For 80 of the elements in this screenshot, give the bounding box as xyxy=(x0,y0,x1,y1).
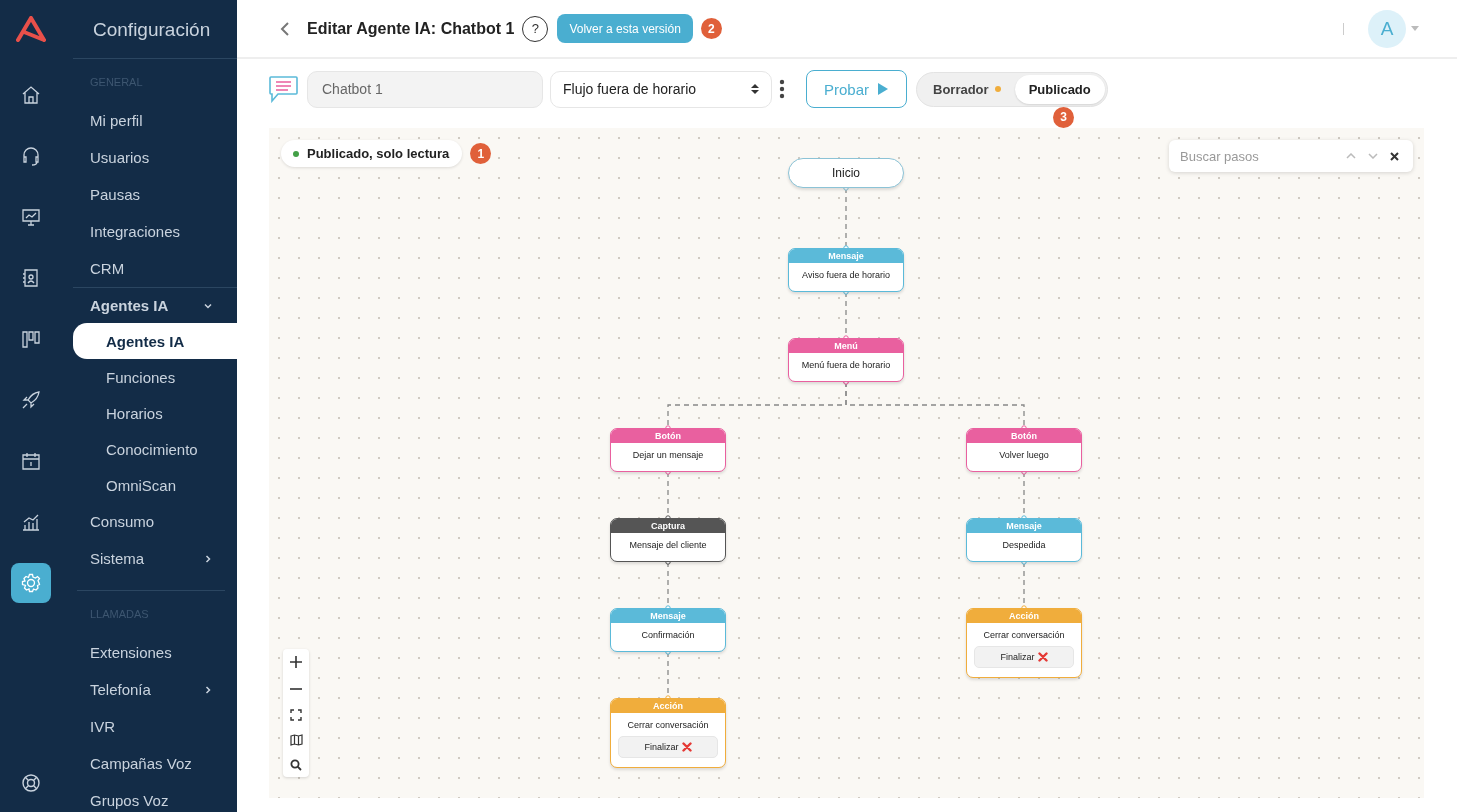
sidebar-subitem[interactable]: OmniScan xyxy=(73,467,237,503)
monitor-icon xyxy=(19,206,42,228)
node-header: Menú xyxy=(789,339,903,353)
page-title: Editar Agente IA: Chatbot 1 xyxy=(307,19,515,38)
chevron-icon xyxy=(203,684,213,695)
sidebar-item[interactable]: Pausas xyxy=(73,176,237,213)
node-text: Menú fuera de horario xyxy=(801,359,891,370)
version-tab[interactable]: Publicado xyxy=(1014,74,1105,104)
more-icon[interactable] xyxy=(779,79,785,99)
sidebar-subitem[interactable]: Conocimiento xyxy=(73,431,237,467)
flow-node[interactable]: Botón Dejar un mensaje xyxy=(610,428,726,472)
node-text: Aviso fuera de horario xyxy=(802,269,890,280)
sidebar-subitem[interactable]: Funciones xyxy=(73,359,237,395)
sidebar-item[interactable]: Extensiones xyxy=(73,634,237,671)
x-icon xyxy=(1037,652,1048,662)
search-field[interactable]: Buscar pasos xyxy=(1169,140,1413,172)
step-badge: 3 xyxy=(1053,106,1074,128)
sidebar-item[interactable]: CRM xyxy=(73,250,237,287)
node-header: Captura xyxy=(611,519,725,533)
sidebar-subitem[interactable]: Agentes IA xyxy=(73,323,237,359)
x-icon xyxy=(681,742,692,752)
status-label: Publicado, solo lectura xyxy=(307,146,450,161)
calendar-icon xyxy=(19,450,42,472)
flow-node[interactable]: Mensaje Aviso fuera de horario xyxy=(788,248,904,292)
node-header: Botón xyxy=(967,429,1081,443)
node-header: Acción xyxy=(611,699,725,713)
chevron-icon xyxy=(203,553,213,564)
close-icon[interactable] xyxy=(1390,151,1399,161)
node-text: Confirmación xyxy=(641,629,695,640)
sort-arrows-icon xyxy=(751,83,759,95)
sidebar-item[interactable]: Consumo xyxy=(73,503,237,540)
step-badge: 1 xyxy=(470,143,492,164)
sidebar-title: Configuración xyxy=(73,0,237,59)
fit-view-icon[interactable] xyxy=(290,709,302,721)
play-icon xyxy=(877,82,889,96)
sidebar-item[interactable]: Telefonía xyxy=(73,671,237,708)
lifebuoy-icon[interactable] xyxy=(20,773,41,793)
node-text: Cerrar conversación xyxy=(983,629,1065,640)
node-text: Dejar un mensaje xyxy=(632,449,704,460)
logo-icon xyxy=(15,16,46,42)
sidebar-item[interactable]: Sistema xyxy=(73,540,237,577)
step-badge: 2 xyxy=(700,18,722,39)
node-text: Volver luego xyxy=(999,449,1049,460)
node-header: Mensaje xyxy=(789,249,903,263)
flow-select[interactable]: Flujo fuera de horario xyxy=(550,70,772,108)
sidebar-item[interactable]: Integraciones xyxy=(73,213,237,250)
end-button: Finalizar xyxy=(618,736,718,758)
node-header: Mensaje xyxy=(967,519,1081,533)
sidebar-item[interactable]: Usuarios xyxy=(73,139,237,176)
node-header: Botón xyxy=(611,429,725,443)
flow-node[interactable]: Mensaje Confirmación xyxy=(610,608,726,652)
version-tab[interactable]: Borrador xyxy=(919,74,1015,104)
node-text: Despedida xyxy=(1002,539,1046,550)
sidebar-item[interactable]: Grupos Voz xyxy=(73,782,237,812)
back-icon[interactable] xyxy=(279,20,291,37)
gear-icon xyxy=(19,572,42,594)
node-header: Acción xyxy=(967,609,1081,623)
flow-node[interactable]: Botón Volver luego xyxy=(966,428,1082,472)
node-text: Cerrar conversación xyxy=(627,719,709,730)
sidebar-item[interactable]: IVR xyxy=(73,708,237,745)
zoom-in-icon[interactable] xyxy=(289,655,303,669)
chat-icon xyxy=(268,75,299,103)
sidebar-subitem[interactable]: Horarios xyxy=(73,395,237,431)
sidebar-item[interactable]: Mi perfil xyxy=(73,102,237,139)
start-node[interactable]: Inicio xyxy=(788,158,904,188)
node-header: Mensaje xyxy=(611,609,725,623)
sidebar-item[interactable]: Campañas Voz xyxy=(73,745,237,782)
map-icon[interactable] xyxy=(289,734,303,746)
help-button[interactable]: ? xyxy=(522,15,549,42)
end-button: Finalizar xyxy=(974,646,1074,668)
node-text: Mensaje del cliente xyxy=(629,539,707,550)
flow-node[interactable]: Captura Mensaje del cliente xyxy=(610,518,726,562)
flow-node[interactable]: Menú Menú fuera de horario xyxy=(788,338,904,382)
flow-node[interactable]: Acción Cerrar conversación Finalizar xyxy=(610,698,726,768)
search-icon[interactable] xyxy=(290,759,302,771)
board-icon xyxy=(19,328,42,350)
name-field[interactable]: Chatbot 1 xyxy=(307,70,543,108)
flow-node[interactable]: Acción Cerrar conversación Finalizar xyxy=(966,608,1082,678)
flow-node[interactable]: Mensaje Despedida xyxy=(966,518,1082,562)
settings-button[interactable] xyxy=(10,563,51,603)
